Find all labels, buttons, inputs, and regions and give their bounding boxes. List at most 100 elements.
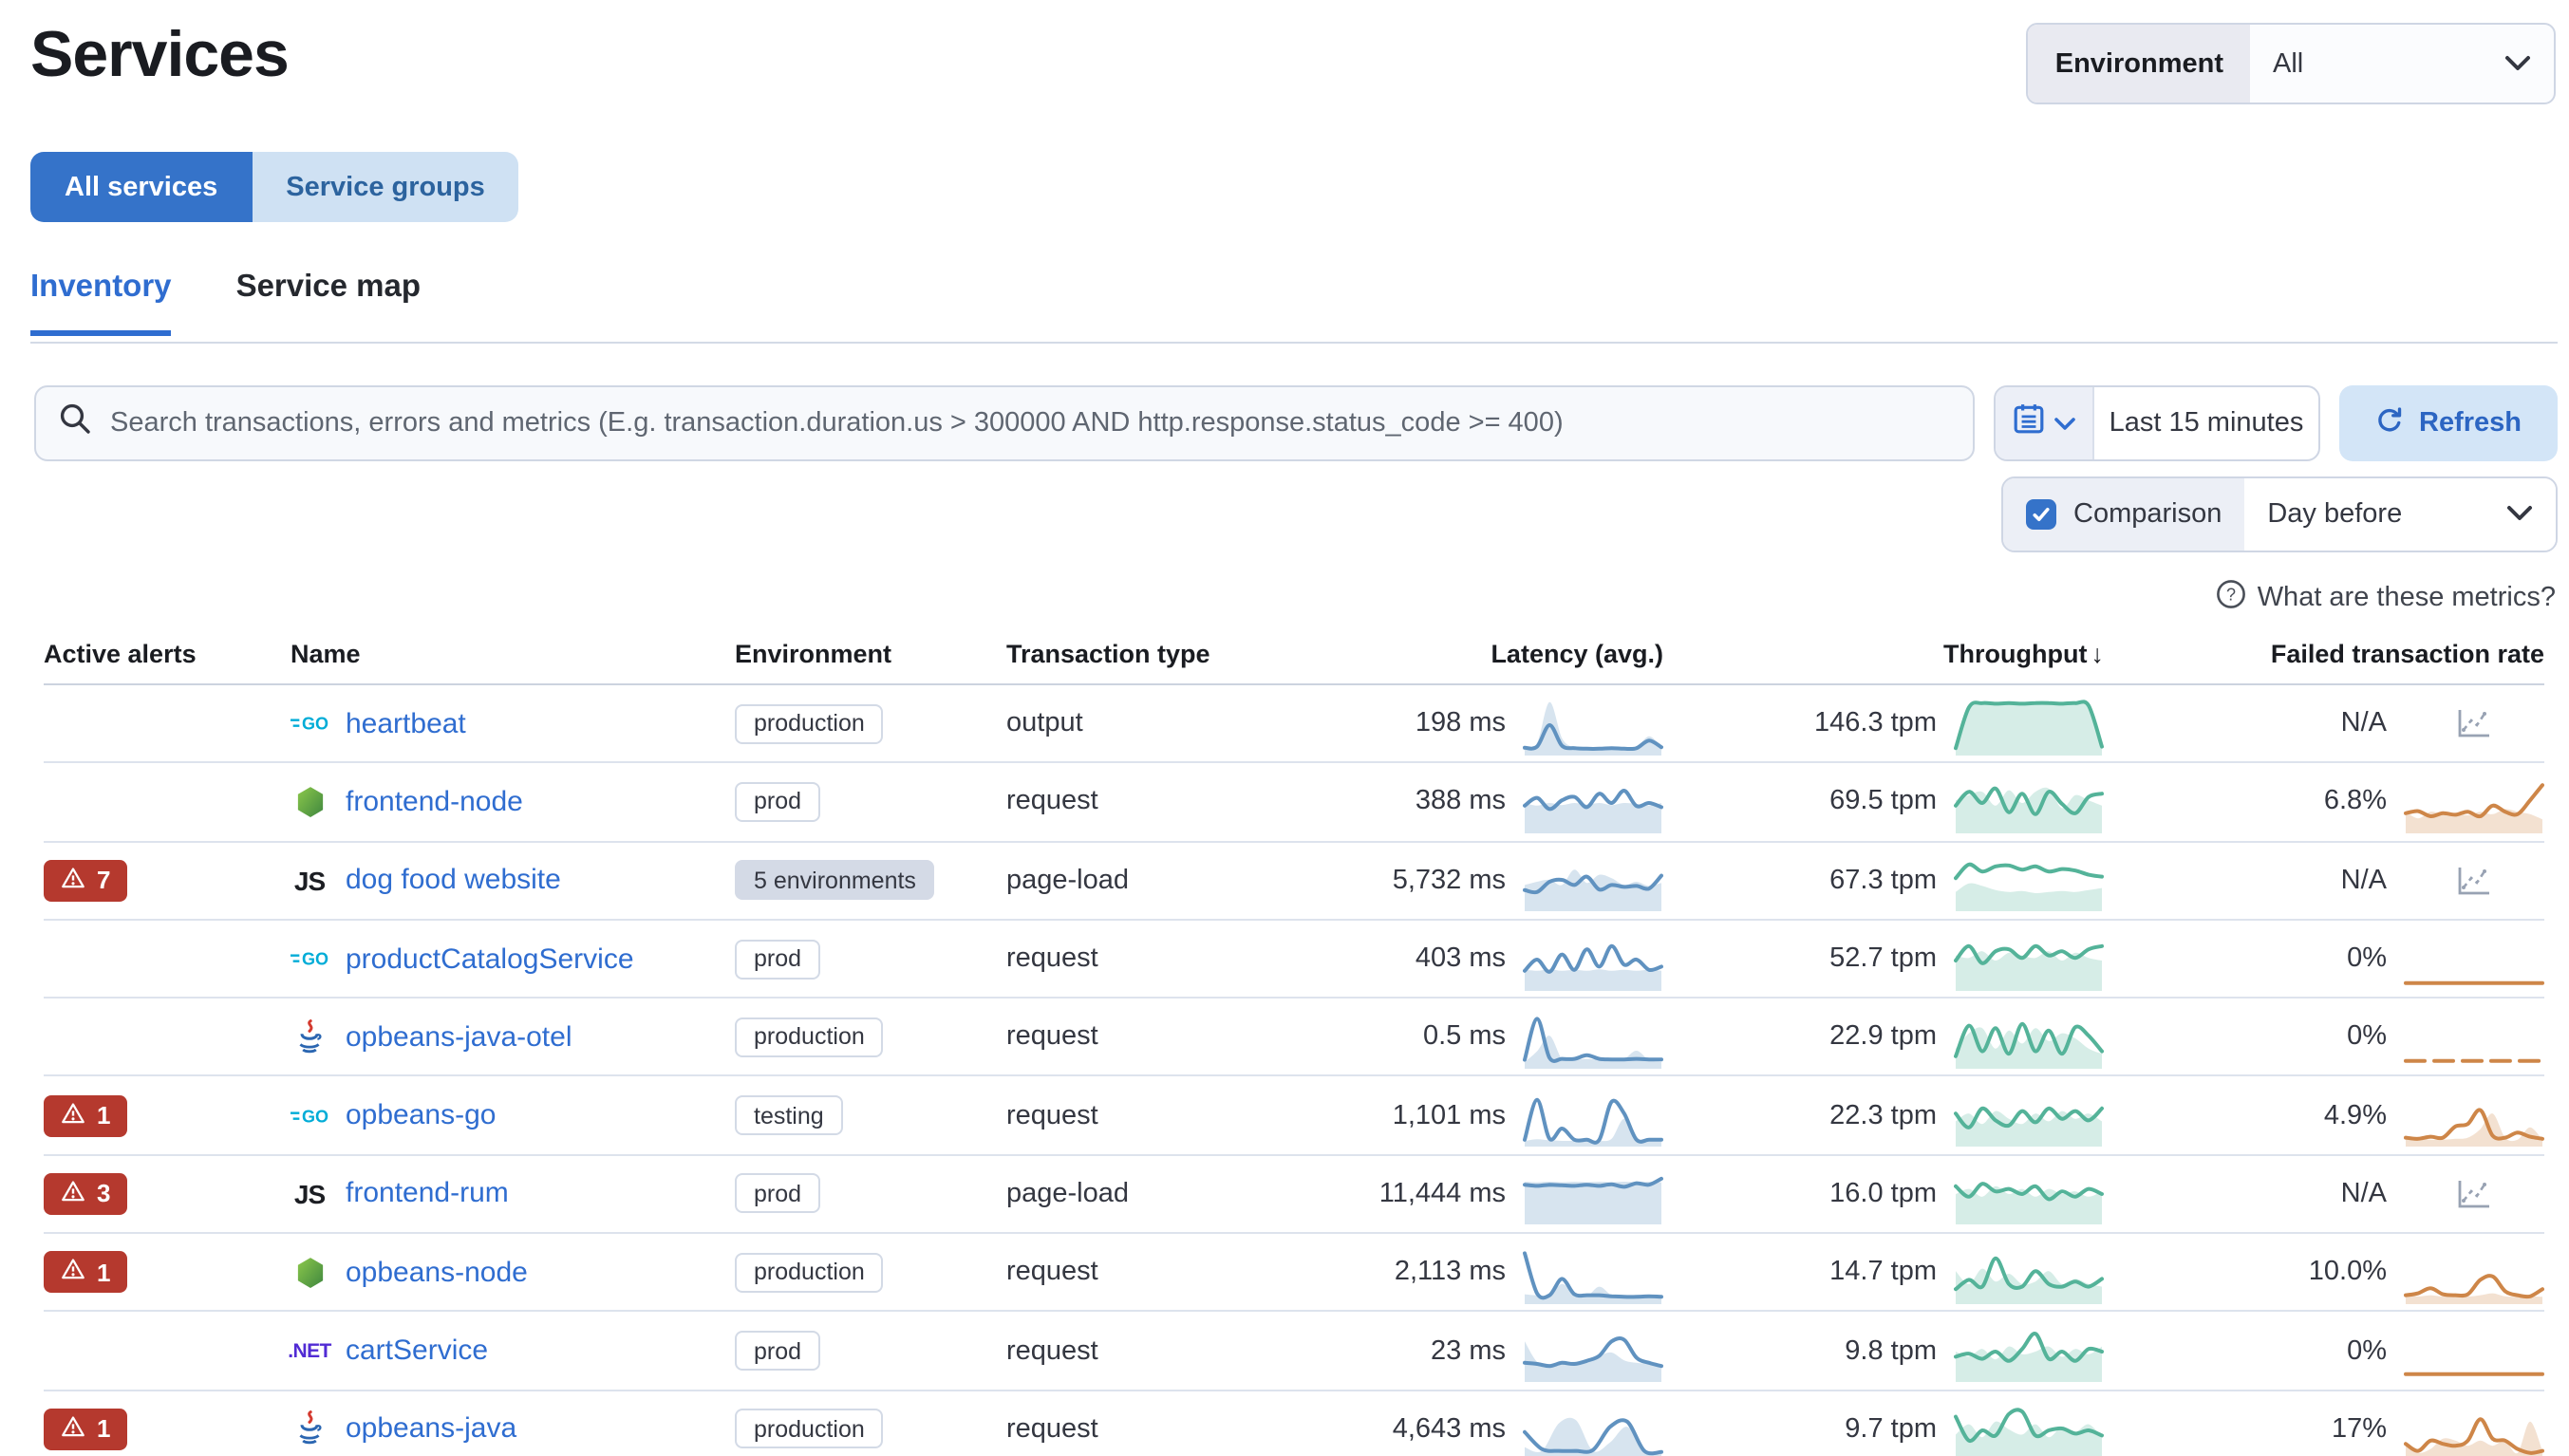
- throughput-value: 67.3 tpm: [1829, 865, 1937, 896]
- latency-value: 403 ms: [1415, 943, 1506, 975]
- latency-cell: 2,113 ms: [1310, 1234, 1663, 1311]
- environment-cell: 5 environments: [735, 860, 1006, 901]
- throughput-value: 9.8 tpm: [1845, 1335, 1937, 1367]
- failed-rate-cell: 4.9%: [2104, 1077, 2544, 1154]
- environment-cell: testing: [735, 1095, 1006, 1136]
- active-alerts-badge[interactable]: 1: [44, 1251, 128, 1294]
- alert-count: 1: [97, 1258, 111, 1287]
- all-services-button[interactable]: All services: [30, 152, 253, 222]
- alert-count: 7: [97, 866, 111, 895]
- service-name-cell: JS dog food website: [291, 864, 735, 896]
- service-name-link[interactable]: dog food website: [346, 864, 561, 896]
- metrics-help-link[interactable]: ? What are these metrics?: [2216, 579, 2556, 617]
- latency-sparkline: [1523, 849, 1663, 912]
- service-name-link[interactable]: heartbeat: [346, 707, 466, 739]
- service-name-link[interactable]: opbeans-go: [346, 1099, 496, 1131]
- throughput-cell: 69.5 tpm: [1663, 764, 2104, 841]
- tabs-divider: [30, 342, 2558, 344]
- service-name-link[interactable]: opbeans-node: [346, 1256, 528, 1288]
- throughput-value: 146.3 tpm: [1814, 708, 1937, 739]
- node-icon: [291, 786, 328, 818]
- service-name-cell: opbeans-java-otel: [291, 1018, 735, 1055]
- environment-cell: production: [735, 1017, 1006, 1057]
- services-view-toggle: All services Service groups: [30, 152, 519, 222]
- failed-rate-value: 0%: [2347, 943, 2387, 975]
- environment-badge: production: [735, 1252, 884, 1293]
- failed-rate-cell: N/A: [2104, 842, 2544, 919]
- comparison-checkbox[interactable]: [2026, 499, 2056, 530]
- latency-value: 5,732 ms: [1392, 865, 1506, 896]
- table-row: 7 JS dog food website 5 environments pag…: [44, 842, 2544, 921]
- active-alerts-cell: 7: [44, 859, 291, 902]
- service-name-link[interactable]: opbeans-java: [346, 1413, 516, 1446]
- latency-cell: 1,101 ms: [1310, 1077, 1663, 1154]
- active-alerts-badge[interactable]: 1: [44, 1408, 128, 1450]
- tab-service-map[interactable]: Service map: [236, 270, 421, 336]
- active-alerts-badge[interactable]: 3: [44, 1172, 128, 1215]
- warning-icon: [61, 1257, 85, 1287]
- latency-sparkline: [1523, 1319, 1663, 1383]
- latency-value: 4,643 ms: [1392, 1413, 1506, 1445]
- failed-rate-cell: 17%: [2104, 1391, 2544, 1456]
- col-header-latency[interactable]: Latency (avg.): [1310, 640, 1663, 668]
- active-alerts-cell: [44, 702, 291, 744]
- environment-badge: prod: [735, 939, 821, 980]
- table-header-row: Active alerts Name Environment Transacti…: [44, 626, 2544, 685]
- apm-services-page: Services Environment All All services Se…: [0, 0, 2569, 1456]
- failed-rate-sparkline: [2404, 771, 2544, 833]
- throughput-value: 16.0 tpm: [1829, 1178, 1937, 1209]
- throughput-value: 22.9 tpm: [1829, 1021, 1937, 1053]
- service-name-link[interactable]: cartService: [346, 1335, 488, 1367]
- throughput-cell: 16.0 tpm: [1663, 1156, 2104, 1233]
- col-header-failed-rate[interactable]: Failed transaction rate: [2104, 640, 2544, 668]
- quick-select-button[interactable]: [1996, 387, 2094, 459]
- java-icon: [291, 1410, 328, 1447]
- time-range-value[interactable]: Last 15 minutes: [2094, 387, 2318, 459]
- active-alerts-badge[interactable]: 1: [44, 1094, 128, 1137]
- alert-count: 1: [97, 1414, 111, 1444]
- svg-text:?: ?: [2226, 585, 2236, 604]
- js-icon: JS: [293, 865, 326, 896]
- active-alerts-cell: [44, 938, 291, 980]
- tab-inventory[interactable]: Inventory: [30, 270, 172, 336]
- environment-filter-value: All: [2273, 48, 2304, 79]
- search-icon: [59, 402, 91, 444]
- svg-text:GO: GO: [302, 1107, 328, 1126]
- throughput-cell: 52.7 tpm: [1663, 921, 2104, 998]
- failed-rate-sparkline: [2404, 1006, 2544, 1069]
- sort-desc-icon: ↓: [2091, 640, 2105, 668]
- alert-count: 3: [97, 1179, 111, 1208]
- active-alerts-cell: 1: [44, 1408, 291, 1450]
- throughput-value: 14.7 tpm: [1829, 1257, 1937, 1288]
- search-input[interactable]: [110, 408, 1950, 439]
- throughput-cell: 146.3 tpm: [1663, 685, 2104, 762]
- service-name-link[interactable]: frontend-node: [346, 786, 523, 818]
- col-header-throughput[interactable]: Throughput ↓: [1663, 640, 2104, 668]
- service-name-link[interactable]: opbeans-java-otel: [346, 1021, 572, 1054]
- environment-filter[interactable]: Environment All: [2026, 23, 2556, 104]
- service-name-cell: opbeans-java: [291, 1410, 735, 1447]
- alert-count: 1: [97, 1101, 111, 1130]
- comparison-control: Comparison Day before: [2001, 476, 2558, 552]
- service-name-link[interactable]: frontend-rum: [346, 1178, 509, 1210]
- comparison-select[interactable]: Day before: [2244, 478, 2556, 551]
- latency-cell: 388 ms: [1310, 764, 1663, 841]
- service-groups-button[interactable]: Service groups: [252, 152, 519, 222]
- no-data-chart-icon: [2404, 1163, 2544, 1225]
- service-name-link[interactable]: productCatalogService: [346, 943, 634, 975]
- latency-cell: 5,732 ms: [1310, 842, 1663, 919]
- refresh-button[interactable]: Refresh: [2339, 385, 2558, 461]
- failed-rate-cell: N/A: [2104, 1156, 2544, 1233]
- col-header-transaction-type[interactable]: Transaction type: [1006, 640, 1310, 668]
- col-header-active-alerts[interactable]: Active alerts: [44, 640, 291, 668]
- latency-value: 1,101 ms: [1392, 1100, 1506, 1131]
- active-alerts-badge[interactable]: 7: [44, 859, 128, 902]
- throughput-sparkline: [1954, 1241, 2104, 1304]
- throughput-cell: 67.3 tpm: [1663, 842, 2104, 919]
- environment-badge: 5 environments: [735, 860, 935, 901]
- no-data-chart-icon: [2404, 692, 2544, 755]
- transaction-type-cell: request: [1006, 943, 1098, 975]
- col-header-environment[interactable]: Environment: [735, 640, 1006, 668]
- col-header-name[interactable]: Name: [291, 640, 735, 668]
- search-bar[interactable]: [34, 385, 1975, 461]
